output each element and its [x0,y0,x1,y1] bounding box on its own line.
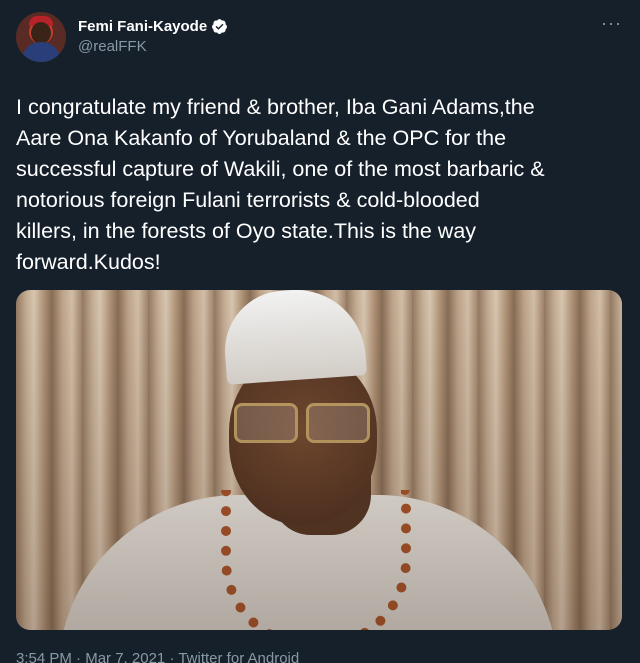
avatar[interactable] [16,12,66,62]
tweet-text-line: Aare Ona Kakanfo of Yorubaland & the OPC… [16,126,507,150]
avatar-body-shape [22,42,60,62]
tweet-photo[interactable] [16,290,622,630]
display-name[interactable]: Femi Fani-Kayode [78,18,207,35]
tweet-text-line: notorious foreign Fulani terrorists & co… [16,188,480,212]
tweet-text-line: forward.Kudos! [16,250,161,274]
tweet-text-line: successful capture of Wakili, one of the… [16,157,545,181]
more-options-icon[interactable]: ··· [601,14,622,32]
display-name-row: Femi Fani-Kayode [78,18,228,35]
author-handle[interactable]: @realFFK [78,38,228,55]
tweet-text: I congratulate my friend & brother, Iba … [16,92,616,278]
tweet-date[interactable]: Mar 7, 2021 [85,650,165,663]
meta-separator: · [169,650,175,663]
photo-shade [16,290,622,630]
meta-separator: · [76,650,82,663]
tweet-text-line: I congratulate my friend & brother, Iba … [16,95,535,119]
verified-badge-icon [211,18,228,35]
tweet-card: Femi Fani-Kayode @realFFK ··· I congratu… [0,0,640,663]
tweet-meta: 3:54 PM · Mar 7, 2021 · Twitter for Andr… [16,650,299,663]
tweet-text-line: killers, in the forests of Oyo state.Thi… [16,219,477,243]
tweet-source[interactable]: Twitter for Android [178,650,299,663]
avatar-head-shape [31,22,51,44]
tweet-time[interactable]: 3:54 PM [16,650,72,663]
tweet-header: Femi Fani-Kayode @realFFK [16,12,624,72]
author-names: Femi Fani-Kayode @realFFK [78,12,228,55]
